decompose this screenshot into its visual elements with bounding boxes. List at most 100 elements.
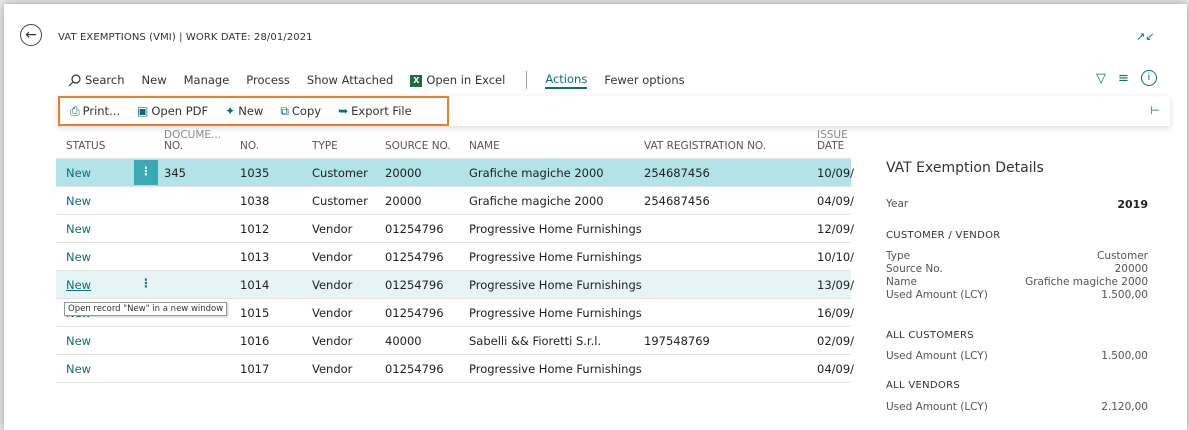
- export-file-button[interactable]: ➥ Export File: [338, 104, 412, 118]
- back-button[interactable]: ←: [20, 24, 42, 46]
- table-row[interactable]: New 1013 Vendor 01254796 Progressive Hom…: [56, 243, 855, 271]
- row-source: 40000: [385, 334, 422, 348]
- process-menu[interactable]: Process: [246, 73, 290, 87]
- open-in-excel-button[interactable]: X Open in Excel: [410, 73, 505, 87]
- exemptions-grid: STATUS DOCUME... NO. NO. TYPE SOURCE NO.…: [56, 126, 855, 383]
- row-status[interactable]: New: [66, 166, 91, 180]
- save-icon: ▣: [137, 104, 149, 118]
- row-type: Vendor: [312, 222, 353, 236]
- year-label: Year: [886, 198, 909, 210]
- table-row[interactable]: New ⋮ 1014 Vendor 01254796 Progressive H…: [56, 271, 855, 299]
- row-no: 1012: [240, 222, 270, 236]
- print-button[interactable]: ⎙ Print...: [70, 104, 120, 119]
- grid-header: STATUS DOCUME... NO. NO. TYPE SOURCE NO.…: [56, 126, 851, 159]
- info-icon[interactable]: i: [1140, 70, 1157, 86]
- open-pdf-button[interactable]: ▣ Open PDF: [137, 104, 208, 118]
- row-status[interactable]: New: [66, 334, 91, 348]
- col-source-no[interactable]: SOURCE NO.: [385, 140, 451, 152]
- new-menu[interactable]: New: [142, 73, 167, 87]
- source-label: Source No.: [886, 263, 943, 275]
- open-pdf-label: Open PDF: [151, 104, 209, 118]
- customer-vendor-section: CUSTOMER / VENDOR: [886, 230, 1001, 241]
- row-no: 1013: [240, 250, 270, 264]
- show-attached-button[interactable]: Show Attached: [307, 73, 393, 87]
- type-label: Type: [886, 250, 911, 262]
- row-menu-icon[interactable]: ⋮: [134, 160, 158, 185]
- row-name: Progressive Home Furnishings: [469, 222, 642, 236]
- new-document-icon: ✦: [225, 104, 236, 118]
- row-source: 20000: [385, 166, 422, 180]
- search-button[interactable]: Search: [68, 73, 125, 87]
- col-issue-sub: DATE: [817, 140, 845, 152]
- tooltip: Open record "New" in a new window: [64, 302, 228, 316]
- arrow-left-icon: ←: [25, 27, 37, 43]
- copy-icon: ⧉: [280, 103, 289, 118]
- row-no: 1035: [240, 166, 270, 180]
- new-label: New: [238, 104, 264, 118]
- fewer-options-button[interactable]: Fewer options: [604, 73, 684, 87]
- row-no: 1017: [240, 362, 270, 376]
- pin-icon[interactable]: ⊢: [1150, 104, 1160, 117]
- copy-label: Copy: [291, 104, 322, 118]
- row-source: 01254796: [385, 278, 444, 292]
- page-title: VAT EXEMPTIONS (VMI) | WORK DATE: 28/01/…: [58, 32, 313, 43]
- row-status[interactable]: New: [66, 250, 91, 264]
- source-field: Source No. 20000: [886, 263, 1148, 275]
- row-date: 10/10/2: [817, 250, 855, 264]
- row-name: Sabelli && Fioretti S.r.l.: [469, 334, 602, 348]
- actions-toolbar-highlight: ⎙ Print... ▣ Open PDF ✦ New ⧉ Copy ➥ Export F…: [58, 96, 449, 126]
- row-no: 1014: [240, 278, 270, 292]
- row-type: Vendor: [312, 278, 353, 292]
- table-row[interactable]: New ⋮ 345 1035 Customer 20000 Grafiche m…: [56, 159, 855, 187]
- row-status[interactable]: New: [66, 278, 91, 292]
- manage-menu[interactable]: Manage: [184, 73, 230, 87]
- col-document-sub: NO.: [164, 140, 184, 152]
- row-type: Vendor: [312, 334, 353, 348]
- col-status[interactable]: STATUS: [66, 140, 105, 152]
- row-name: Progressive Home Furnishings: [469, 278, 642, 292]
- table-row[interactable]: New 1012 Vendor 01254796 Progressive Hom…: [56, 215, 855, 243]
- all-vendors-amount: Used Amount (LCY) 2.120,00: [886, 401, 1148, 413]
- year-value: 2019: [1117, 198, 1148, 211]
- action-bar: Search New Manage Process Show Attached …: [68, 70, 702, 90]
- name-field: Name Grafiche magiche 2000: [886, 276, 1148, 288]
- col-vat-reg[interactable]: VAT REGISTRATION NO.: [644, 140, 766, 152]
- details-title: VAT Exemption Details: [886, 160, 1044, 176]
- row-type: Customer: [312, 194, 368, 208]
- allvend-label: Used Amount (LCY): [886, 401, 988, 413]
- table-row[interactable]: New 1016 Vendor 40000 Sabelli && Fiorett…: [56, 327, 855, 355]
- new-button[interactable]: ✦ New: [225, 104, 263, 118]
- row-vat: 254687456: [644, 194, 710, 208]
- row-vat: 197548769: [644, 334, 710, 348]
- row-type: Customer: [312, 166, 368, 180]
- row-date: 16/09/2: [817, 306, 855, 320]
- type-value: Customer: [1096, 250, 1148, 262]
- row-type: Vendor: [312, 250, 353, 264]
- year-field: Year 2019: [886, 198, 1148, 211]
- row-source: 01254796: [385, 250, 444, 264]
- filter-icon[interactable]: ▽: [1096, 71, 1106, 86]
- row-name: Grafiche magiche 2000: [469, 166, 604, 180]
- row-no: 1016: [240, 334, 270, 348]
- allcust-label: Used Amount (LCY): [886, 350, 988, 362]
- list-view-icon[interactable]: ≡: [1118, 71, 1129, 86]
- row-date: 02/09/2: [817, 334, 855, 348]
- col-type[interactable]: TYPE: [312, 140, 338, 152]
- row-type: Vendor: [312, 362, 353, 376]
- collapse-icon[interactable]: ↗↙: [1136, 30, 1154, 43]
- row-source: 20000: [385, 194, 422, 208]
- table-row[interactable]: New 1038 Customer 20000 Grafiche magiche…: [56, 187, 855, 215]
- copy-button[interactable]: ⧉ Copy: [280, 104, 321, 119]
- row-source: 01254796: [385, 222, 444, 236]
- row-status[interactable]: New: [66, 194, 91, 208]
- row-menu-icon[interactable]: ⋮: [134, 272, 158, 297]
- col-name[interactable]: NAME: [469, 140, 500, 152]
- all-customers-section: ALL CUSTOMERS: [886, 330, 974, 341]
- table-row[interactable]: New 1017 Vendor 01254796 Progressive Hom…: [56, 355, 855, 383]
- actions-tab[interactable]: Actions: [545, 72, 588, 89]
- col-no[interactable]: NO.: [240, 140, 259, 152]
- row-status[interactable]: New: [66, 222, 91, 236]
- used-amount-field: Used Amount (LCY) 1.500,00: [886, 289, 1148, 301]
- row-date: 04/09/2: [817, 194, 855, 208]
- row-status[interactable]: New: [66, 362, 91, 376]
